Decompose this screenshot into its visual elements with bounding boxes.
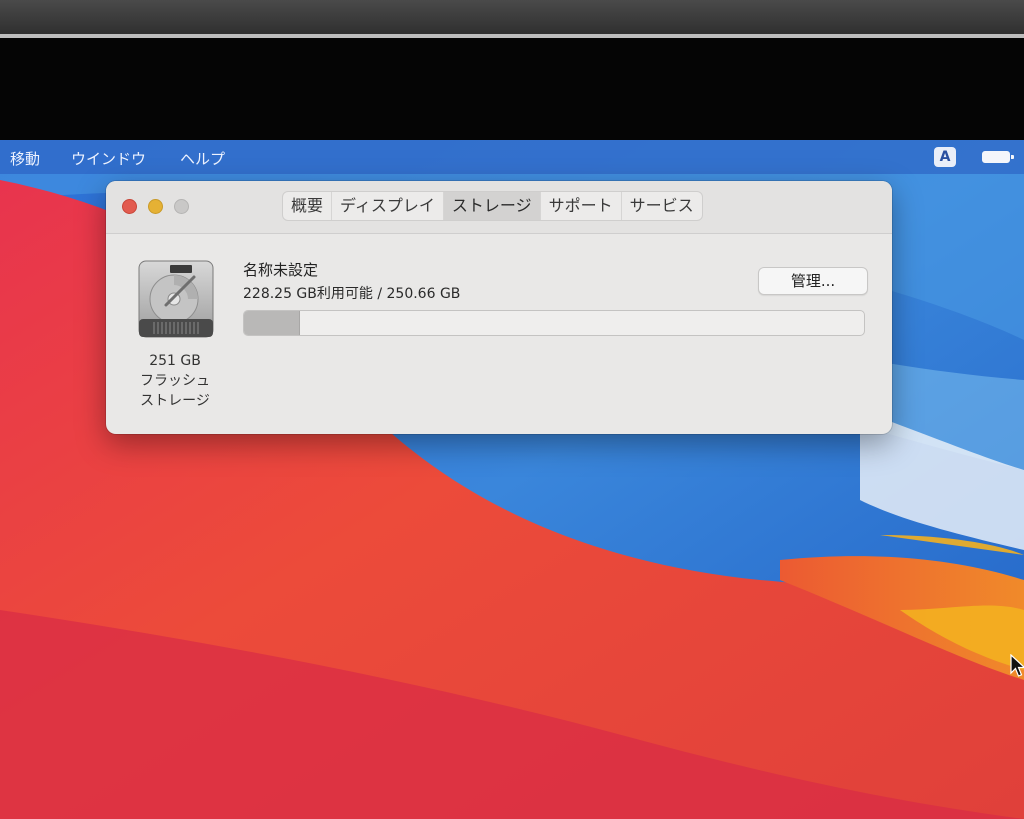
disk-type-line1: フラッシュ	[140, 373, 210, 389]
screen-black-border	[0, 38, 1024, 140]
tab-service[interactable]: サービス	[622, 192, 702, 220]
tab-support[interactable]: サポート	[541, 192, 622, 220]
menu-window[interactable]: ウインドウ	[71, 148, 146, 169]
menu-help[interactable]: ヘルプ	[180, 148, 225, 169]
about-this-mac-window: 概要 ディスプレイ ストレージ サポート サービス 251 GB フラッシュ ス…	[106, 181, 892, 434]
pointer-cursor-icon	[1010, 654, 1024, 677]
storage-used-segment	[244, 311, 301, 335]
tab-bar: 概要 ディスプレイ ストレージ サポート サービス	[282, 191, 703, 221]
volume-name: 名称未設定	[243, 261, 319, 279]
tab-overview[interactable]: 概要	[283, 192, 333, 220]
disk-capacity: 251 GB	[149, 353, 201, 369]
tab-storage[interactable]: ストレージ	[443, 192, 541, 220]
storage-usage-bar	[243, 310, 865, 336]
minimize-button[interactable]	[148, 199, 163, 214]
battery-icon[interactable]	[982, 151, 1014, 163]
disk-type-line2: ストレージ	[140, 393, 210, 409]
zoom-button	[174, 199, 189, 214]
volume-usage-text: 228.25 GB利用可能 / 250.66 GB	[243, 286, 461, 302]
menu-bar: 移動 ウインドウ ヘルプ A	[0, 140, 1024, 174]
close-button[interactable]	[122, 199, 137, 214]
monitor-bezel-top	[0, 0, 1024, 36]
manage-button[interactable]: 管理...	[758, 267, 868, 295]
menu-go[interactable]: 移動	[10, 148, 40, 169]
input-source-indicator[interactable]: A	[934, 147, 956, 167]
tab-displays[interactable]: ディスプレイ	[332, 192, 444, 220]
internal-drive-icon	[138, 260, 214, 338]
disk-caption: 251 GB フラッシュ ストレージ	[128, 351, 222, 411]
window-titlebar[interactable]: 概要 ディスプレイ ストレージ サポート サービス	[106, 181, 892, 234]
